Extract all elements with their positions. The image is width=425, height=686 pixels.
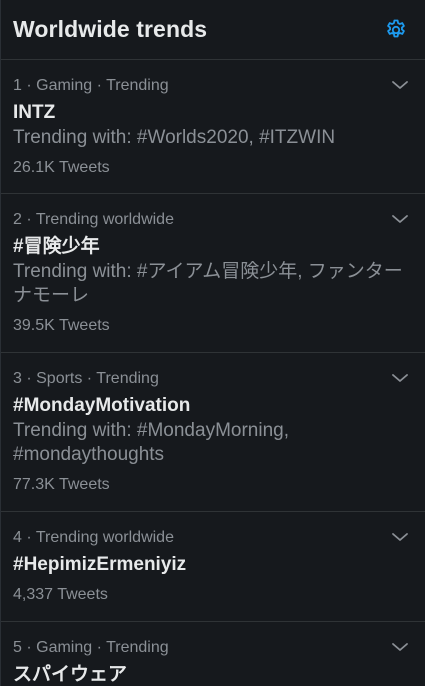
trend-item[interactable]: 2 · Trending worldwide #冒険少年 Trending wi… xyxy=(1,194,425,353)
tweet-count: 39.5K Tweets xyxy=(13,317,110,334)
page-title: Worldwide trends xyxy=(13,16,208,42)
trend-item[interactable]: 1 · Gaming · Trending INTZ Trending with… xyxy=(1,60,425,194)
trend-name: INTZ xyxy=(13,102,56,123)
trend-name: スパイウェア xyxy=(13,664,128,685)
chevron-down-icon[interactable] xyxy=(391,640,409,654)
trend-meta: 3 · Sports · Trending xyxy=(13,370,159,387)
chevron-down-icon[interactable] xyxy=(391,371,409,385)
trend-related: Trending with: #アイアム冒険少年, ファンターナモーレ xyxy=(13,261,403,306)
trend-meta: 2 · Trending worldwide xyxy=(13,211,174,228)
settings-button[interactable] xyxy=(383,17,409,43)
trend-name: #HepimizErmeniyiz xyxy=(13,554,187,575)
trend-item[interactable]: 4 · Trending worldwide #HepimizErmeniyiz… xyxy=(1,512,425,622)
trend-name: #冒険少年 xyxy=(13,236,100,257)
gear-icon xyxy=(387,19,405,37)
tweet-count: 26.1K Tweets xyxy=(13,159,110,176)
tweet-count: 4,337 Tweets xyxy=(13,586,108,603)
worldwide-trends-panel: Worldwide trends 1 · Gaming · Trending I… xyxy=(0,0,425,686)
trend-meta: 4 · Trending worldwide xyxy=(13,529,174,546)
trend-meta: 5 · Gaming · Trending xyxy=(13,639,169,656)
trend-item[interactable]: 3 · Sports · Trending #MondayMotivation … xyxy=(1,353,425,512)
panel-header: Worldwide trends xyxy=(1,0,425,60)
chevron-down-icon[interactable] xyxy=(391,212,409,226)
trend-related: Trending with: #MondayMorning, #mondayth… xyxy=(13,420,289,465)
trend-item[interactable]: 5 · Gaming · Trending スパイウェア xyxy=(1,622,425,686)
trend-meta: 1 · Gaming · Trending xyxy=(13,77,169,94)
tweet-count: 77.3K Tweets xyxy=(13,476,110,493)
trend-name: #MondayMotivation xyxy=(13,395,191,416)
trend-related: Trending with: #Worlds2020, #ITZWIN xyxy=(13,127,336,148)
chevron-down-icon[interactable] xyxy=(391,78,409,92)
chevron-down-icon[interactable] xyxy=(391,530,409,544)
